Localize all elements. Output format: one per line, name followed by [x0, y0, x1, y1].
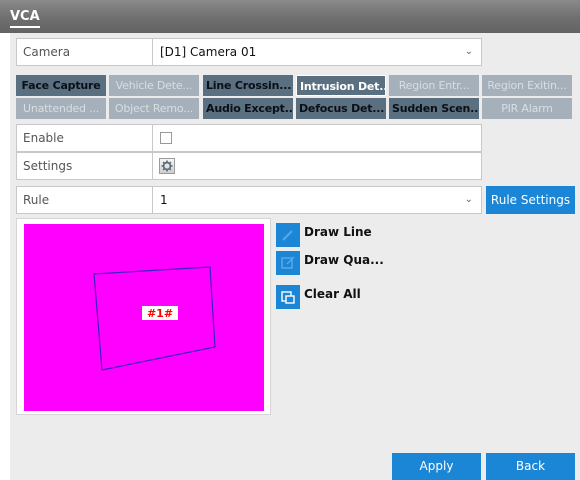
tab-face-capture[interactable]: Face Capture — [16, 75, 106, 96]
camera-row: Camera [D1] Camera 01 ⌄ — [16, 38, 482, 66]
settings-value — [154, 153, 481, 179]
tab-audio-exception[interactable]: Audio Except... — [203, 98, 293, 119]
settings-label: Settings — [17, 153, 153, 179]
gear-icon — [161, 160, 173, 172]
pencil-icon — [282, 230, 293, 241]
chevron-down-icon: ⌄ — [464, 46, 473, 57]
draw-line-icon[interactable] — [276, 223, 300, 247]
draw-quadrilateral-label: Draw Qua... — [304, 253, 384, 267]
tab-object-removal[interactable]: Object Remo... — [109, 98, 199, 119]
draw-quadrilateral-icon[interactable] — [276, 251, 300, 275]
enable-value — [154, 125, 481, 151]
enable-checkbox[interactable] — [160, 132, 172, 144]
settings-row: Settings — [16, 152, 482, 180]
tab-defocus-detection[interactable]: Defocus Det... — [296, 98, 386, 119]
tab-line-crossing[interactable]: Line Crossin... — [203, 75, 293, 96]
tab-intrusion-detection[interactable]: Intrusion Det... — [296, 75, 386, 96]
camera-select[interactable]: [D1] Camera 01 ⌄ — [154, 39, 481, 65]
enable-row: Enable — [16, 124, 482, 152]
rule-select-value: 1 — [160, 193, 168, 207]
eraser-icon — [281, 291, 295, 304]
edit-icon — [281, 256, 295, 269]
rule-row: Rule 1 ⌄ — [16, 186, 482, 214]
settings-button[interactable] — [159, 158, 175, 174]
draw-line-label: Draw Line — [304, 225, 372, 239]
tab-vehicle-detection[interactable]: Vehicle Dete... — [109, 75, 199, 96]
tab-pir-alarm[interactable]: PIR Alarm — [482, 98, 572, 119]
preview-canvas[interactable]: #1# — [24, 224, 264, 411]
clear-all-icon[interactable] — [276, 285, 300, 309]
video-preview[interactable]: #1# — [16, 218, 271, 415]
tab-unattended-baggage[interactable]: Unattended ... — [16, 98, 106, 119]
tab-region-entrance[interactable]: Region Entr... — [389, 75, 479, 96]
vca-window: VCA Camera [D1] Camera 01 ⌄ Face Capture… — [0, 0, 580, 480]
chevron-down-icon: ⌄ — [464, 194, 473, 205]
tab-sudden-scene-change[interactable]: Sudden Scen... — [389, 98, 479, 119]
window-title: VCA — [10, 9, 40, 28]
title-bar: VCA — [0, 0, 580, 33]
rule-select[interactable]: 1 ⌄ — [154, 187, 481, 213]
camera-label: Camera — [17, 39, 153, 65]
region-label: #1# — [147, 307, 173, 320]
camera-select-value: [D1] Camera 01 — [160, 45, 257, 59]
clear-all-label: Clear All — [304, 287, 361, 301]
rule-label: Rule — [17, 187, 153, 213]
tab-region-exiting[interactable]: Region Exitin... — [482, 75, 572, 96]
event-type-tabs: Face Capture Vehicle Dete... Line Crossi… — [16, 75, 575, 121]
back-button[interactable]: Back — [486, 453, 575, 480]
enable-label: Enable — [17, 125, 153, 151]
rule-settings-button[interactable]: Rule Settings — [486, 186, 575, 214]
apply-button[interactable]: Apply — [392, 453, 481, 480]
